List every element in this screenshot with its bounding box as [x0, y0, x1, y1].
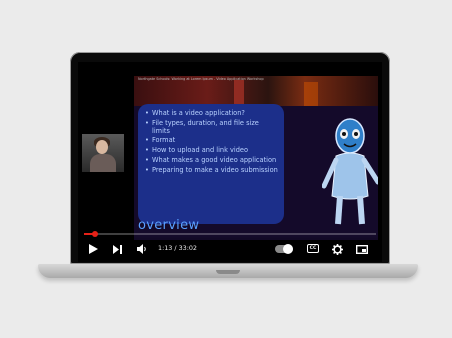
- costumed-figure-image: [322, 118, 378, 225]
- bullet-panel: What is a video application? File types,…: [138, 104, 284, 224]
- toggle-knob: [283, 244, 293, 254]
- laptop-notch: [216, 270, 240, 274]
- bullet-item: What makes a good video application: [145, 156, 278, 165]
- overview-label: overview: [138, 218, 200, 233]
- settings-icon[interactable]: [331, 243, 343, 255]
- captions-icon[interactable]: CC: [307, 244, 319, 253]
- presenter-webcam: [82, 134, 124, 172]
- volume-icon[interactable]: [136, 243, 148, 255]
- bullet-item: Format: [145, 137, 278, 145]
- bullet-item: How to upload and link video: [145, 147, 278, 155]
- time-display: 1:13 / 33:02: [158, 244, 197, 252]
- progress-bar[interactable]: [84, 231, 376, 237]
- control-bar: 1:13 / 33:02 CC: [78, 236, 382, 262]
- slide-title: Northgate Schools: Working at Lorem Ipsu…: [138, 77, 264, 81]
- autoplay-toggle[interactable]: [275, 244, 293, 254]
- video-frame[interactable]: Northgate Schools: Working at Lorem Ipsu…: [134, 76, 378, 240]
- bullet-list: What is a video application? File types,…: [144, 110, 278, 174]
- miniplayer-icon[interactable]: [356, 243, 368, 255]
- play-icon[interactable]: [88, 243, 98, 255]
- next-icon[interactable]: [112, 243, 122, 255]
- bullet-item: Preparing to make a video submission: [145, 166, 278, 175]
- bullet-item: What is a video application?: [145, 110, 278, 118]
- bullet-item: File types, duration, and file size limi…: [145, 119, 278, 135]
- video-player[interactable]: Northgate Schools: Working at Lorem Ipsu…: [78, 62, 382, 262]
